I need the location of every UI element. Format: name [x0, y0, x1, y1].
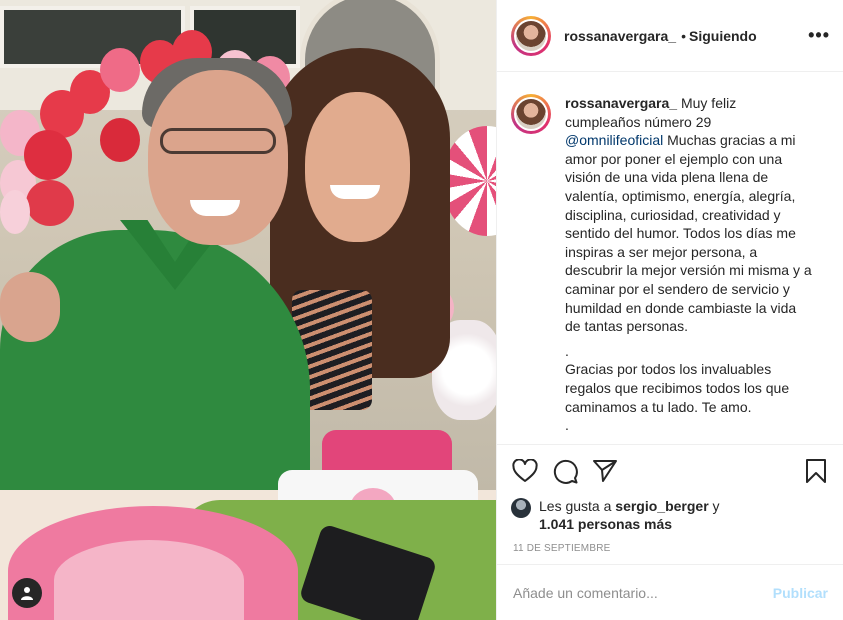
post-photo[interactable]: [0, 0, 496, 620]
balloon: [26, 180, 74, 226]
more-options-icon[interactable]: •••: [808, 25, 830, 46]
liker-avatar[interactable]: [511, 498, 531, 518]
balloon: [0, 190, 30, 234]
separator-dot: •: [681, 27, 686, 44]
likes-count-link[interactable]: 1.041 personas más: [539, 516, 672, 532]
lollipop-decoration: [442, 126, 496, 236]
caption-body: Muchas gracias a mi amor por poner el ej…: [565, 132, 816, 335]
mention-link[interactable]: @omnilifeoficial: [565, 132, 663, 148]
username-link[interactable]: rossanavergara_: [564, 28, 676, 44]
liker-username-link[interactable]: sergio_berger: [615, 498, 708, 514]
avatar-image: [516, 99, 546, 129]
caption-username-link[interactable]: rossanavergara_: [565, 95, 677, 111]
balloon: [24, 130, 72, 180]
woman-face: [305, 92, 410, 242]
share-icon[interactable]: [591, 457, 619, 485]
bookmark-icon[interactable]: [802, 457, 830, 485]
man-glasses: [160, 128, 276, 154]
post-date[interactable]: 11 DE SEPTIEMBRE: [513, 543, 830, 554]
likes-middle: y: [708, 498, 720, 514]
heart-icon[interactable]: [511, 457, 539, 485]
caption-area: rossanavergara_ Muy feliz cumpleaños núm…: [497, 72, 843, 444]
post-actions: Les gusta a sergio_berger y 1.041 person…: [497, 444, 843, 564]
likes-summary: Les gusta a sergio_berger y 1.041 person…: [511, 497, 830, 533]
comment-bar: Publicar: [497, 564, 843, 620]
woman-smile: [330, 185, 380, 199]
balloon: [100, 118, 140, 162]
following-button[interactable]: Siguiendo: [689, 28, 757, 44]
post-side-panel: rossanavergara_ • Siguiendo ••• rossanav…: [496, 0, 843, 620]
avatar[interactable]: [511, 94, 551, 134]
caption-text: rossanavergara_ Muy feliz cumpleaños núm…: [565, 94, 813, 444]
woman-arm: [0, 272, 60, 342]
likes-prefix: Les gusta a: [539, 498, 616, 514]
comment-input[interactable]: [513, 584, 773, 601]
caption-dot: .: [565, 342, 569, 359]
comment-icon[interactable]: [551, 457, 579, 485]
man-face: [148, 70, 288, 245]
avatar[interactable]: [511, 15, 551, 56]
cake-inner: [54, 540, 244, 620]
caption-dot: .: [565, 417, 569, 434]
balloon: [100, 48, 140, 92]
avatar-image: [516, 20, 546, 51]
user-tag-icon[interactable]: [12, 578, 42, 608]
caption-body-2: Gracias por todos los invaluables regalo…: [565, 361, 794, 415]
action-icons-row: [511, 445, 830, 497]
post-header: rossanavergara_ • Siguiendo •••: [497, 0, 843, 72]
publish-button[interactable]: Publicar: [773, 585, 828, 601]
